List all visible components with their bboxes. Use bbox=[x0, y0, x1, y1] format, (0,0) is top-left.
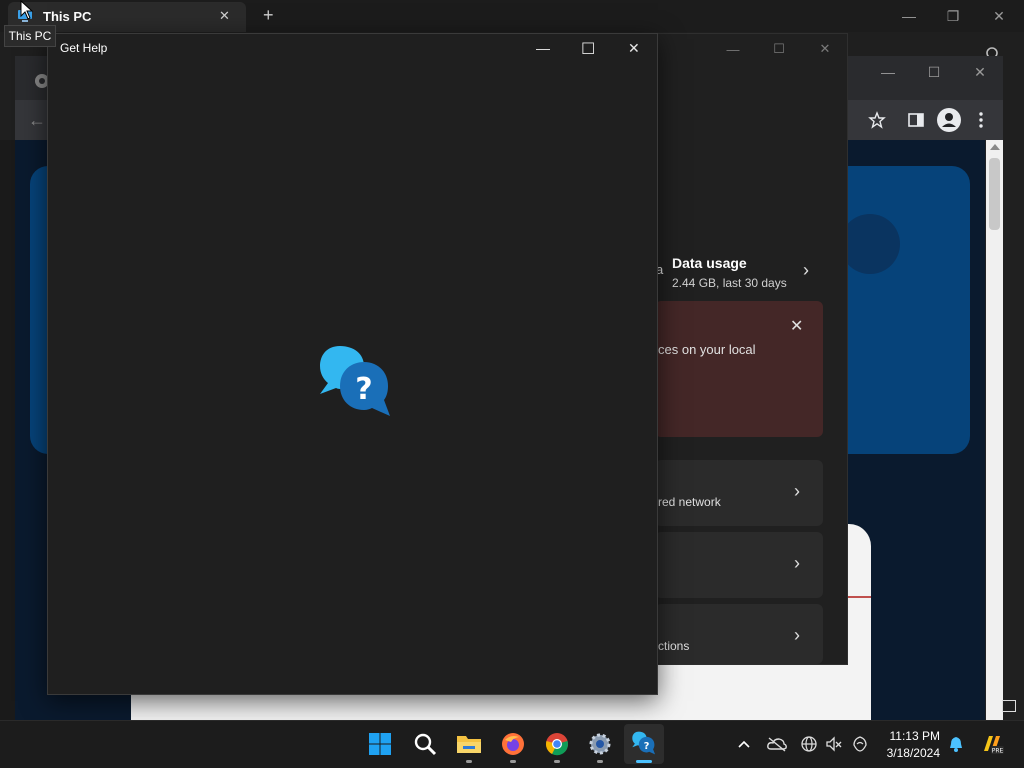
copilot-preview-icon[interactable]: PRE bbox=[980, 734, 1004, 755]
svg-text:?: ? bbox=[644, 741, 650, 752]
chrome-icon bbox=[546, 733, 568, 756]
get-help-close-button[interactable]: ✕ bbox=[628, 40, 640, 57]
chrome-maximize-button[interactable]: ☐ bbox=[911, 56, 957, 88]
get-help-icon: ? bbox=[632, 731, 656, 755]
taskbar-chrome[interactable] bbox=[537, 724, 577, 764]
firefox-running-indicator bbox=[510, 760, 516, 763]
notification-bell-icon[interactable] bbox=[946, 734, 966, 754]
settings-maximize-button[interactable]: ☐ bbox=[756, 33, 802, 65]
this-pc-tooltip: This PC bbox=[4, 25, 56, 47]
settings-running-indicator bbox=[597, 760, 603, 763]
taskbar-get-help[interactable]: ? bbox=[624, 724, 664, 764]
settings-minimize-button[interactable]: — bbox=[710, 33, 756, 65]
explorer-nav-pane bbox=[0, 140, 15, 720]
firefox-icon bbox=[502, 733, 524, 755]
windows-logo-icon bbox=[369, 733, 391, 755]
show-desktop-icon[interactable] bbox=[1002, 700, 1016, 712]
side-panel-icon[interactable] bbox=[907, 111, 925, 129]
svg-text:?: ? bbox=[355, 372, 372, 407]
clock-date[interactable]: 3/18/2024 bbox=[876, 746, 940, 760]
taskbar-file-explorer[interactable] bbox=[449, 724, 489, 764]
chrome-minimize-button[interactable]: — bbox=[865, 56, 911, 88]
row-connections-chevron-icon[interactable]: › bbox=[794, 625, 800, 646]
get-help-active-indicator bbox=[636, 760, 652, 763]
explorer-close-button[interactable]: ✕ bbox=[976, 0, 1022, 32]
profile-avatar-icon[interactable] bbox=[937, 108, 961, 132]
svg-text:PRE: PRE bbox=[992, 748, 1004, 755]
get-help-maximize-button[interactable]: ☐ bbox=[581, 39, 595, 59]
clock-time[interactable]: 11:13 PM bbox=[880, 729, 940, 743]
hero-illustration bbox=[840, 214, 900, 274]
get-help-minimize-button[interactable]: — bbox=[536, 40, 550, 56]
folder-icon bbox=[457, 736, 481, 753]
settings-row-network-label: red network bbox=[658, 495, 721, 509]
taskbar-settings[interactable] bbox=[580, 724, 620, 764]
settings-close-button[interactable]: ✕ bbox=[802, 33, 848, 65]
get-help-icon: ? bbox=[316, 344, 396, 424]
mouse-cursor-icon bbox=[20, 0, 34, 20]
show-hidden-icons-chevron-icon[interactable] bbox=[734, 734, 754, 754]
network-globe-icon[interactable] bbox=[799, 734, 819, 754]
chrome-close-button[interactable]: ✕ bbox=[957, 56, 1003, 88]
bookmark-star-icon[interactable] bbox=[868, 111, 886, 129]
banner-text: ces on your local bbox=[658, 342, 756, 357]
onedrive-icon[interactable] bbox=[766, 734, 788, 754]
data-usage-subtitle: 2.44 GB, last 30 days bbox=[672, 276, 787, 290]
file-explorer-running-indicator bbox=[466, 760, 472, 763]
taskbar-firefox[interactable] bbox=[493, 724, 533, 764]
explorer-tab-label: This PC bbox=[43, 9, 92, 24]
search-icon bbox=[414, 733, 437, 756]
gear-icon bbox=[589, 733, 611, 755]
explorer-minimize-button[interactable]: — bbox=[886, 0, 932, 32]
new-tab-button[interactable]: + bbox=[263, 5, 274, 26]
get-help-title: Get Help bbox=[60, 41, 108, 55]
explorer-restore-button[interactable]: ❐ bbox=[930, 0, 976, 32]
data-usage-title[interactable]: Data usage bbox=[672, 255, 747, 271]
scroll-up-arrow-icon[interactable] bbox=[990, 144, 1000, 150]
row-2-chevron-icon[interactable]: › bbox=[794, 553, 800, 574]
row-network-chevron-icon[interactable]: › bbox=[794, 481, 800, 502]
banner-close-icon[interactable]: ✕ bbox=[790, 316, 803, 336]
scrollbar-thumb[interactable] bbox=[989, 158, 1000, 230]
settings-row-connections-label: ctions bbox=[658, 639, 690, 653]
battery-saver-icon[interactable] bbox=[850, 734, 870, 754]
chrome-menu-icon[interactable] bbox=[973, 111, 989, 129]
close-tab-icon[interactable]: ✕ bbox=[219, 8, 230, 24]
taskbar-search-button[interactable] bbox=[405, 724, 445, 764]
chrome-running-indicator bbox=[554, 760, 560, 763]
back-arrow-icon[interactable]: ← bbox=[28, 110, 46, 131]
volume-muted-icon[interactable] bbox=[824, 734, 844, 754]
start-button[interactable] bbox=[360, 724, 400, 764]
data-usage-chevron-icon[interactable]: › bbox=[803, 260, 809, 281]
